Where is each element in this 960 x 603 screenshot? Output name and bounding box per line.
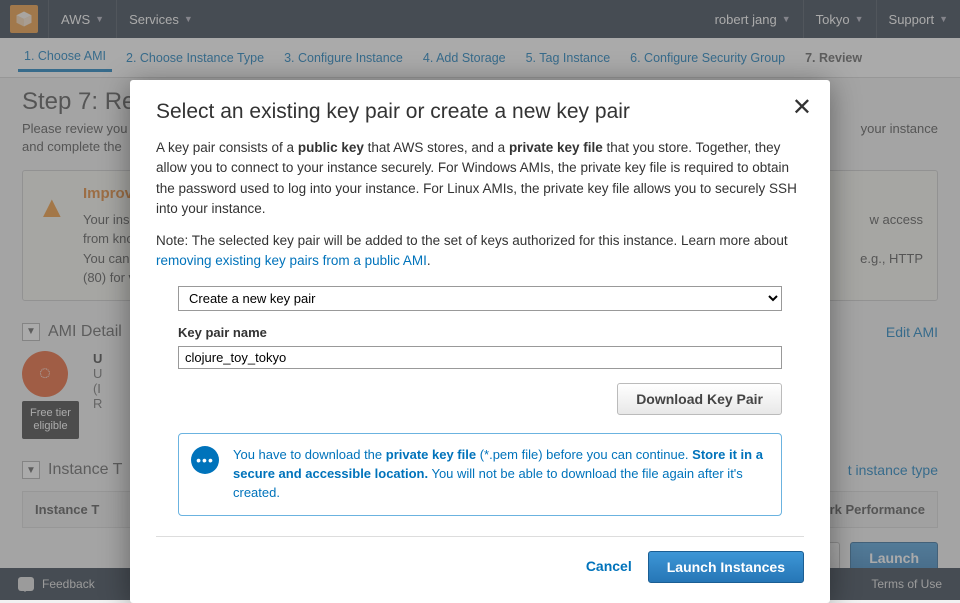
remove-keypairs-link[interactable]: removing existing key pairs from a publi… — [156, 253, 427, 268]
download-info: ••• You have to download the private key… — [178, 433, 782, 516]
keypair-name-label: Key pair name — [178, 323, 782, 343]
keypair-mode-select[interactable]: Create a new key pair — [178, 286, 782, 311]
close-button[interactable]: ✕ — [792, 96, 812, 120]
modal-overlay: ✕ Select an existing key pair or create … — [0, 0, 960, 600]
modal-paragraph: Note: The selected key pair will be adde… — [156, 231, 804, 272]
modal-paragraph: A key pair consists of a public key that… — [156, 138, 804, 219]
cancel-button[interactable]: Cancel — [586, 556, 632, 577]
download-keypair-button[interactable]: Download Key Pair — [617, 383, 782, 415]
modal-body: A key pair consists of a public key that… — [156, 138, 804, 583]
keypair-modal: ✕ Select an existing key pair or create … — [130, 80, 830, 603]
launch-instances-button[interactable]: Launch Instances — [648, 551, 804, 583]
keypair-name-input[interactable] — [178, 346, 782, 369]
info-icon: ••• — [191, 446, 219, 474]
modal-title: Select an existing key pair or create a … — [156, 100, 804, 124]
modal-footer: Cancel Launch Instances — [156, 536, 804, 583]
